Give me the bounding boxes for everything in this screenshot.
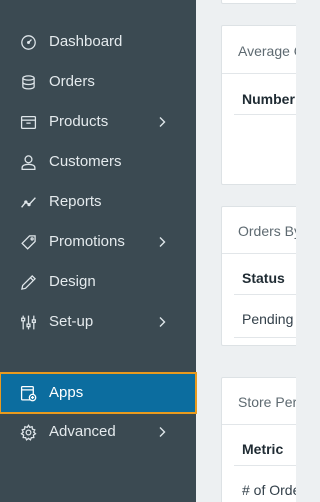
divider	[234, 294, 296, 295]
sidebar-item-setup[interactable]: Set-up	[0, 302, 196, 342]
sidebar-item-label: Customers	[49, 153, 122, 170]
sidebar-item-advanced[interactable]: Advanced	[0, 412, 196, 452]
products-icon	[20, 114, 37, 131]
chevron-right-icon	[157, 116, 167, 128]
design-icon	[20, 274, 37, 291]
column-header: Status	[242, 270, 285, 286]
table-cell: Pending	[242, 311, 294, 327]
main-content: Average O Number Orders By Status Pendin…	[196, 0, 296, 502]
chevron-right-icon	[157, 316, 167, 328]
card-title: Store Per	[238, 394, 296, 410]
divider	[234, 114, 296, 115]
sidebar-item-label: Design	[49, 273, 96, 290]
column-header: Number	[242, 91, 295, 107]
sidebar-item-label: Dashboard	[49, 33, 123, 50]
sidebar-item-customers[interactable]: Customers	[0, 142, 196, 182]
sidebar-item-label: Apps	[49, 384, 84, 401]
sidebar-item-label: Set-up	[49, 313, 94, 330]
card-top-partial	[221, 0, 296, 4]
divider	[222, 73, 296, 74]
table-cell: # of Orde	[242, 482, 296, 498]
sidebar-item-label: Orders	[49, 73, 95, 90]
apps-icon	[20, 385, 37, 402]
sidebar-item-products[interactable]: Products	[0, 102, 196, 142]
sidebar-item-promotions[interactable]: Promotions	[0, 222, 196, 262]
card-store-performance: Store Per Metric # of Orde	[221, 377, 296, 502]
divider	[222, 424, 296, 425]
sidebar-item-dashboard[interactable]: Dashboard	[0, 22, 196, 62]
sidebar-item-label: Products	[49, 113, 109, 130]
sidebar-item-reports[interactable]: Reports	[0, 182, 196, 222]
sidebar-item-design[interactable]: Design	[0, 262, 196, 302]
chevron-right-icon	[157, 236, 167, 248]
divider	[222, 253, 296, 254]
gear-icon	[20, 424, 37, 441]
promotions-icon	[20, 234, 37, 251]
reports-icon	[20, 194, 37, 211]
sidebar-item-label: Reports	[49, 193, 102, 210]
sidebar-item-label: Promotions	[49, 233, 125, 250]
setup-icon	[20, 314, 37, 331]
card-title: Orders By	[238, 223, 296, 239]
sidebar-item-orders[interactable]: Orders	[0, 62, 196, 102]
column-header: Metric	[242, 441, 284, 457]
divider	[234, 465, 296, 466]
card-title: Average O	[238, 43, 296, 59]
sidebar: Dashboard Orders Products Customers Repo…	[0, 0, 197, 502]
customers-icon	[20, 154, 37, 171]
sidebar-item-label: Advanced	[49, 423, 116, 440]
orders-icon	[20, 74, 37, 91]
chevron-right-icon	[157, 426, 167, 438]
sidebar-item-apps[interactable]: Apps	[0, 372, 197, 414]
dashboard-icon	[20, 34, 37, 51]
card-orders-by-status: Orders By Status Pending	[221, 206, 296, 346]
divider	[234, 337, 296, 338]
card-average-orders: Average O Number	[221, 25, 296, 185]
